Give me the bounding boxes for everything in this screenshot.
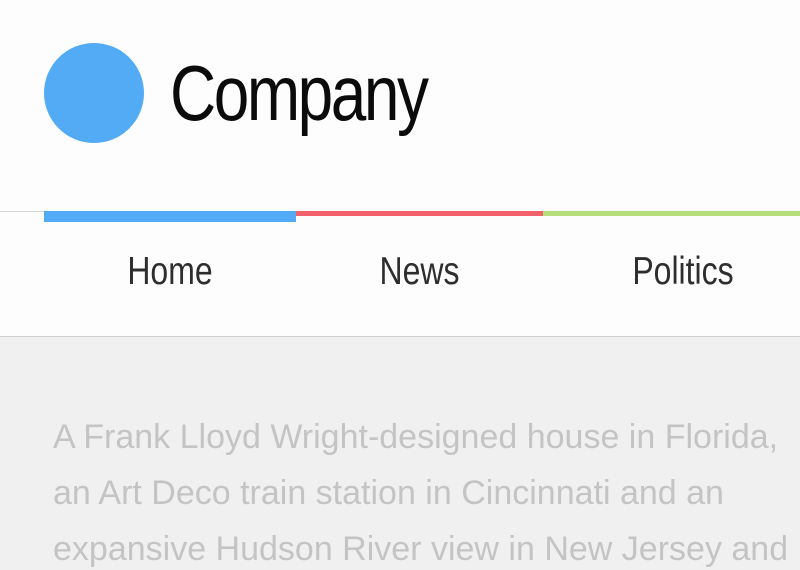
nav-item-politics[interactable]: Politics [568,242,798,302]
content-area: A Frank Lloyd Wright-designed house in F… [0,337,800,570]
nav-indicator-politics [543,211,800,216]
article-line: an Art Deco train station in Cincinnati … [53,474,724,512]
nav-indicator-news [296,211,543,216]
article-text: A Frank Lloyd Wright-designed house in F… [53,409,800,570]
brand-name[interactable]: Company [170,43,429,143]
nav-item-home[interactable]: Home [67,242,274,302]
site-header: Company [0,0,800,211]
main-navigation: Home News Politics [0,211,800,337]
logo-circle-icon[interactable] [44,43,144,143]
nav-item-news[interactable]: News [318,242,521,302]
nav-indicator-home [44,211,296,222]
article-line: expansive Hudson River view in New Jerse… [53,530,789,568]
article-line: A Frank Lloyd Wright-designed house in F… [53,418,779,456]
